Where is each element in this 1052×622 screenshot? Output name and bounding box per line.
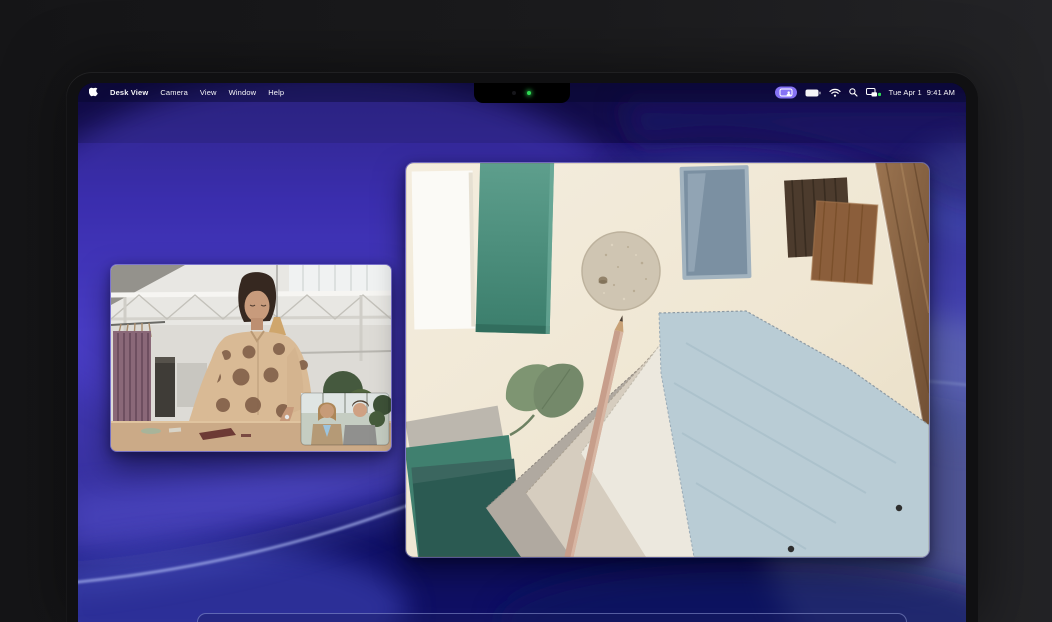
menu-bar-clock[interactable]: Tue Apr 1 9:41 AM — [889, 88, 955, 97]
macbook-frame: Desk View Camera View Window Help — [66, 72, 978, 622]
camera-led-icon — [527, 91, 531, 95]
menu-help[interactable]: Help — [268, 88, 284, 97]
apple-logo-icon[interactable] — [89, 87, 98, 98]
desk-view-feed — [406, 163, 929, 557]
blue-gray-tile — [680, 165, 752, 280]
felt-disc — [582, 232, 660, 310]
battery-icon[interactable] — [805, 89, 821, 97]
camera-lens-icon — [512, 91, 516, 95]
status-items: Tue Apr 1 9:41 AM — [775, 86, 955, 99]
camera-active-indicator — [878, 92, 881, 95]
screen-mirroring-icon[interactable] — [866, 88, 881, 98]
menu-desk-view[interactable]: Desk View — [110, 88, 148, 97]
app-menus: Desk View Camera View Window Help — [89, 87, 284, 98]
teal-tile — [476, 163, 555, 334]
facetime-video — [111, 265, 391, 451]
desktop-backdrop: Desk View Camera View Window Help — [0, 0, 1052, 622]
clock-time: 9:41 AM — [927, 88, 955, 97]
macbook-display: Desk View Camera View Window Help — [78, 83, 966, 622]
display-notch — [474, 83, 570, 103]
menu-view[interactable]: View — [200, 88, 217, 97]
menu-window[interactable]: Window — [229, 88, 257, 97]
background-window-edge[interactable] — [197, 613, 907, 622]
ring — [285, 415, 289, 419]
fabric-rivet — [788, 546, 794, 552]
menu-camera[interactable]: Camera — [160, 88, 188, 97]
clock-date: Tue Apr 1 — [889, 88, 922, 97]
brown-wood-sample — [811, 201, 877, 284]
fabric-rivet — [896, 505, 902, 511]
screen-sharing-pill[interactable] — [775, 86, 797, 99]
white-sample-sheet — [412, 170, 476, 329]
wifi-icon[interactable] — [829, 88, 841, 97]
facetime-call-window[interactable] — [110, 264, 392, 452]
desk-view-window[interactable] — [405, 162, 930, 558]
pip-self-view[interactable] — [301, 393, 391, 445]
spotlight-search-icon[interactable] — [849, 88, 858, 97]
